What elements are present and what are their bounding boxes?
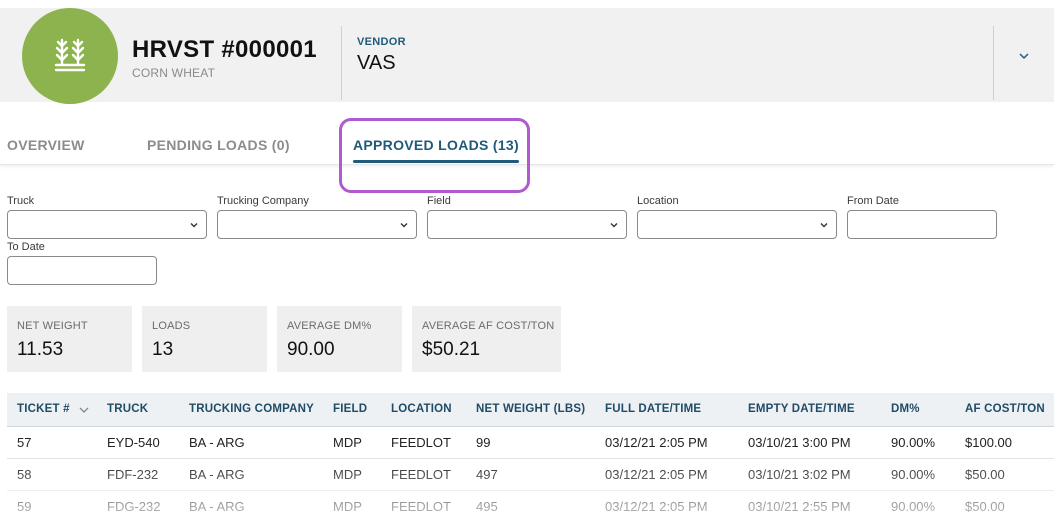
column-header-af-cost[interactable]: AF COST/TON [965,403,1045,415]
location-filter-label: Location [637,195,679,207]
stat-value: 11.53 [17,339,64,360]
table-row[interactable]: 57 EYD-540 BA - ARG MDP FEEDLOT 99 03/12… [7,426,1054,459]
cell-ticket: 57 [17,435,32,450]
cell-dm: 90.00% [891,435,936,450]
stat-loads: LOADS 13 [142,306,267,372]
cell-empty-datetime: 03/10/21 3:02 PM [748,467,851,482]
chevron-down-icon [190,223,198,228]
trucking-company-filter-label: Trucking Company [217,195,309,207]
column-header-net-weight[interactable]: NET WEIGHT (LBS) [476,403,585,415]
stat-label: NET WEIGHT [17,320,88,332]
from-date-label: From Date [847,195,899,207]
cell-field: MDP [333,467,362,482]
column-header-truck[interactable]: TRUCK [107,403,148,415]
trucking-company-select[interactable] [217,210,417,239]
to-date-input[interactable] [7,256,157,285]
cell-dm: 90.00% [891,467,936,482]
cell-field: MDP [333,435,362,450]
expand-header-button[interactable] [1016,48,1032,64]
from-date-input[interactable] [847,210,997,239]
cell-field: MDP [333,499,362,514]
cell-ticket: 59 [17,499,32,514]
cell-af-cost: $50.00 [965,467,1005,482]
column-header-dm[interactable]: DM% [891,403,920,415]
cell-trucking-company: BA - ARG [189,499,245,514]
location-select[interactable] [637,210,837,239]
chevron-down-icon [400,223,408,228]
record-subtitle: CORN WHEAT [132,66,216,80]
to-date-label: To Date [7,241,45,253]
cell-net-weight: 497 [476,467,498,482]
header-divider [341,26,342,100]
cell-empty-datetime: 03/10/21 3:00 PM [748,435,851,450]
stat-label: AVERAGE DM% [287,320,372,332]
stat-value: 13 [152,339,174,360]
avatar [22,8,118,104]
sort-chevron-icon[interactable] [79,406,89,414]
truck-filter-label: Truck [7,195,35,207]
cell-full-datetime: 03/12/21 2:05 PM [605,499,708,514]
cell-empty-datetime: 03/10/21 2:55 PM [748,499,851,514]
cell-trucking-company: BA - ARG [189,467,245,482]
field-filter-label: Field [427,195,451,207]
vendor-value: VAS [357,52,396,74]
cell-truck: EYD-540 [107,435,160,450]
stat-average-af-cost: AVERAGE AF COST/TON $50.21 [412,306,561,372]
column-header-location[interactable]: LOCATION [391,403,452,415]
stat-value: 90.00 [287,339,335,360]
cell-dm: 90.00% [891,499,936,514]
table-row[interactable]: 59 FDG-232 BA - ARG MDP FEEDLOT 495 03/1… [7,490,1054,522]
cell-trucking-company: BA - ARG [189,435,245,450]
tab-overview[interactable]: OVERVIEW [7,137,85,153]
cell-af-cost: $100.00 [965,435,1012,450]
column-header-full-datetime[interactable]: FULL DATE/TIME [605,403,701,415]
cell-full-datetime: 03/12/21 2:05 PM [605,467,708,482]
column-header-trucking-company[interactable]: TRUCKING COMPANY [189,403,314,415]
stat-average-dm: AVERAGE DM% 90.00 [277,306,402,372]
tab-pending-loads[interactable]: PENDING LOADS (0) [147,137,290,153]
column-header-ticket[interactable]: TICKET # [17,403,70,415]
header-divider [993,26,994,100]
column-header-field[interactable]: FIELD [333,403,367,415]
field-select[interactable] [427,210,627,239]
stat-net-weight: NET WEIGHT 11.53 [7,306,132,372]
stat-label: LOADS [152,320,191,332]
truck-select[interactable] [7,210,207,239]
cell-net-weight: 495 [476,499,498,514]
cell-af-cost: $50.00 [965,499,1005,514]
cell-location: FEEDLOT [391,499,451,514]
cell-location: FEEDLOT [391,467,451,482]
cell-full-datetime: 03/12/21 2:05 PM [605,435,708,450]
stat-label: AVERAGE AF COST/TON [422,320,555,332]
vendor-label: VENDOR [357,36,406,48]
cell-location: FEEDLOT [391,435,451,450]
cell-truck: FDF-232 [107,467,159,482]
cell-truck: FDG-232 [107,499,161,514]
record-title: HRVST #000001 [132,36,317,63]
cell-ticket: 58 [17,467,32,482]
tab-highlight-outline [339,118,530,193]
chevron-down-icon [610,223,618,228]
stat-value: $50.21 [422,339,481,360]
cell-net-weight: 99 [476,435,491,450]
chevron-down-icon [820,223,828,228]
table-header: TICKET # TRUCK TRUCKING COMPANY FIELD LO… [7,393,1054,427]
column-header-empty-datetime[interactable]: EMPTY DATE/TIME [748,403,855,415]
wheat-icon [54,38,86,72]
table-row[interactable]: 58 FDF-232 BA - ARG MDP FEEDLOT 497 03/1… [7,458,1054,491]
chevron-down-icon [1019,52,1029,59]
